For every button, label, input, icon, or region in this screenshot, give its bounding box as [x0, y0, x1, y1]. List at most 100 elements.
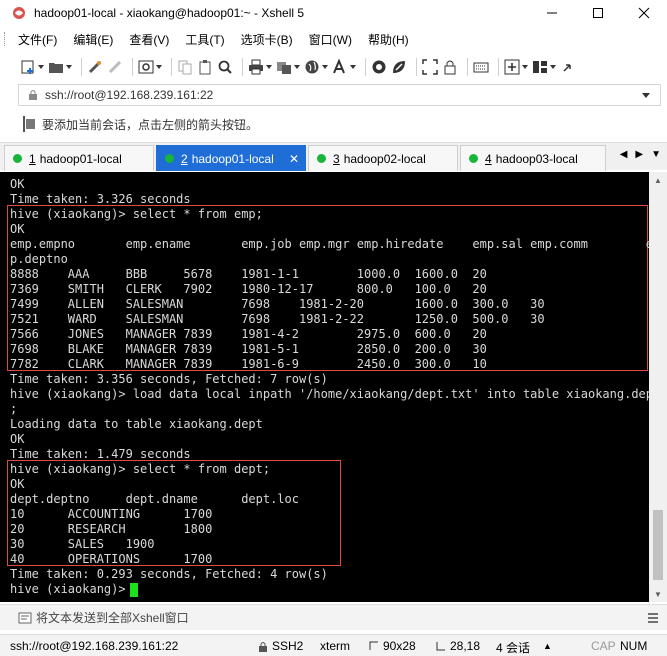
- terminal-cursor: [130, 583, 138, 597]
- menu-lines-icon[interactable]: [647, 612, 659, 624]
- tab-prev-icon[interactable]: ◀: [620, 149, 628, 160]
- tab-number: 2: [181, 151, 188, 166]
- menu-help[interactable]: 帮助(H): [360, 31, 417, 48]
- terminal-line: 7499 ALLEN SALESMAN 7698 1981-2-20 1600.…: [10, 297, 545, 311]
- paste-button[interactable]: [197, 56, 213, 78]
- new-session-button[interactable]: [20, 56, 44, 78]
- layout-icon: [533, 61, 547, 73]
- scroll-thumb[interactable]: [653, 510, 663, 580]
- reconnect-button[interactable]: [87, 56, 103, 78]
- send-text-icon: [18, 612, 32, 623]
- transfer-icon: [277, 62, 291, 74]
- tab-label: hadoop01-local: [39, 151, 122, 166]
- tab-number: 3: [333, 151, 340, 166]
- tab-close-icon[interactable]: ✕: [289, 152, 299, 166]
- fullscreen-button[interactable]: [422, 56, 438, 78]
- help-icon: [563, 64, 571, 72]
- scroll-down-icon[interactable]: ▼: [649, 586, 667, 602]
- terminal-line: 20 RESEARCH 1800: [10, 522, 213, 536]
- lock-icon: [259, 641, 267, 652]
- disconnect-icon: [108, 60, 122, 74]
- open-folder-icon: [49, 63, 63, 73]
- menu-file[interactable]: 文件(F): [10, 31, 65, 48]
- compose-text: 将文本发送到全部Xshell窗口: [36, 611, 189, 625]
- session-lock-icon: [29, 90, 37, 100]
- reconnect-icon: [88, 60, 102, 74]
- help-button[interactable]: [560, 56, 576, 78]
- tab-session-4[interactable]: 4 hadoop03-local: [460, 145, 606, 171]
- disconnect-button[interactable]: [107, 56, 123, 78]
- maximize-button[interactable]: [575, 0, 621, 26]
- open-button[interactable]: [48, 56, 72, 78]
- terminal-line: 7369 SMITH CLERK 7902 1980-12-17 800.0 1…: [10, 282, 487, 296]
- tab-number: 4: [485, 151, 492, 166]
- compose-bar[interactable]: 将文本发送到全部Xshell窗口: [0, 604, 667, 630]
- properties-button[interactable]: [138, 56, 162, 78]
- tab-list-icon[interactable]: ▼: [651, 149, 661, 160]
- tab-navigation: ◀ ▶ ▼: [620, 149, 661, 160]
- terminal-line: OK: [10, 432, 25, 446]
- close-button[interactable]: [621, 0, 667, 26]
- keyboard-button[interactable]: [473, 56, 489, 78]
- compose-icon: [504, 59, 520, 75]
- lock-button[interactable]: [442, 56, 458, 78]
- font-button[interactable]: [332, 56, 356, 78]
- status-sessions-arrow[interactable]: ▲: [543, 641, 552, 651]
- keyboard-icon: [473, 62, 489, 73]
- status-terminal-type: xterm: [320, 639, 350, 653]
- new-session-icon: [21, 60, 34, 74]
- tab-session-1[interactable]: 1 hadoop01-local: [4, 145, 154, 171]
- address-bar[interactable]: ssh://root@192.168.239.161:22: [18, 84, 661, 106]
- terminal-line: ;: [10, 402, 18, 416]
- layout-button[interactable]: [532, 56, 556, 78]
- copy-button[interactable]: [177, 56, 193, 78]
- terminal-line: Time taken: 1.479 seconds: [10, 447, 191, 461]
- terminal-line: OK: [10, 177, 25, 191]
- status-bar: ssh://root@192.168.239.161:22 SSH2 xterm…: [0, 634, 667, 656]
- globe-button[interactable]: [304, 56, 328, 78]
- paste-icon: [199, 60, 211, 75]
- scroll-up-icon[interactable]: ▲: [649, 172, 667, 188]
- status-sessions: 4 会话: [496, 641, 531, 655]
- window-title: hadoop01-local - xiaokang@hadoop01:~ - X…: [34, 6, 305, 20]
- toolbar-separator: [498, 58, 499, 76]
- tab-session-2[interactable]: 2 hadoop01-local ✕: [156, 145, 306, 171]
- find-button[interactable]: [217, 56, 233, 78]
- terminal-scrollbar[interactable]: ▲ ▼: [649, 172, 667, 602]
- title-bar: hadoop01-local - xiaokang@hadoop01:~ - X…: [0, 0, 667, 26]
- bookmark-arrow-icon[interactable]: [22, 116, 36, 132]
- toolbar-separator: [132, 58, 133, 76]
- tab-next-icon[interactable]: ▶: [635, 149, 643, 160]
- tab-session-3[interactable]: 3 hadoop02-local: [308, 145, 458, 171]
- terminal-output[interactable]: OK Time taken: 3.326 seconds hive (xiaok…: [0, 172, 649, 602]
- menu-edit[interactable]: 编辑(E): [65, 31, 121, 48]
- status-size: 90x28: [369, 639, 416, 653]
- chevron-down-icon[interactable]: [642, 93, 650, 98]
- print-button[interactable]: [248, 56, 272, 78]
- tab-bar: 1 hadoop01-local 2 hadoop01-local ✕ 3 ha…: [0, 142, 667, 171]
- connected-status-icon: [13, 154, 22, 163]
- menu-window[interactable]: 窗口(W): [301, 31, 360, 48]
- xftp-button[interactable]: [371, 56, 387, 78]
- transfer-button[interactable]: [276, 56, 300, 78]
- copy-icon: [178, 60, 192, 75]
- menu-tools[interactable]: 工具(T): [177, 31, 232, 48]
- compose-button[interactable]: [504, 56, 528, 78]
- xshell-app-icon: [13, 7, 25, 19]
- lock-icon: [444, 60, 456, 75]
- toolbar-separator: [365, 58, 366, 76]
- menu-grip: [4, 32, 8, 46]
- font-icon: [333, 59, 345, 74]
- status-num: NUM: [620, 639, 648, 653]
- minimize-button[interactable]: [529, 0, 575, 26]
- menu-view[interactable]: 查看(V): [121, 31, 177, 48]
- xmanager-button[interactable]: [391, 56, 407, 78]
- tab-number: 1: [29, 151, 36, 166]
- terminal-line: Time taken: 3.356 seconds, Fetched: 7 ro…: [10, 372, 328, 386]
- protocol-label: SSH2: [272, 639, 304, 653]
- size-label: 90x28: [383, 639, 416, 653]
- toolbar: [0, 54, 667, 80]
- menu-tab[interactable]: 选项卡(B): [233, 31, 301, 48]
- connected-status-icon: [469, 154, 478, 163]
- session-hint: 要添加当前会话，点击左侧的箭头按钮。: [22, 114, 258, 134]
